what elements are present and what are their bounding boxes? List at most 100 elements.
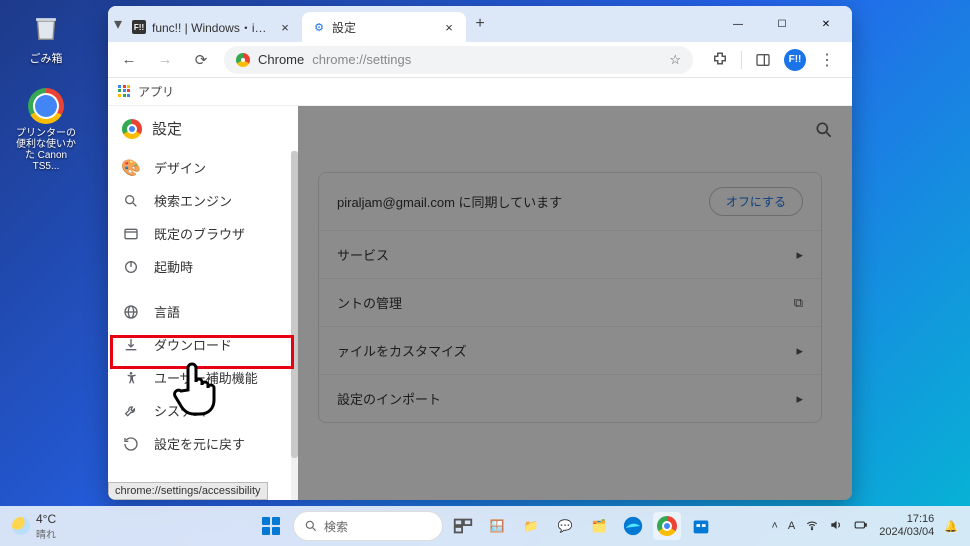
taskview-icon[interactable]: [449, 512, 477, 540]
palette-icon: 🎨: [122, 159, 140, 177]
sidebar-item-search[interactable]: 検索エンジン: [108, 184, 298, 217]
sidebar-item-label: 設定を元に戻す: [154, 434, 245, 453]
forward-button[interactable]: →: [152, 47, 178, 73]
wifi-icon[interactable]: [805, 518, 819, 535]
search-icon[interactable]: [814, 120, 834, 140]
tab-title-func: func!! | Windows・iPhoneの使い: [152, 19, 272, 36]
sidebar-item-default[interactable]: 既定のブラウザ: [108, 217, 298, 250]
time: 17:16: [879, 513, 934, 526]
battery-icon[interactable]: [853, 518, 869, 535]
clock[interactable]: 17:16 2024/03/04: [879, 513, 934, 539]
browser-window: ▾ F!! func!! | Windows・iPhoneの使い × ⚙ 設定 …: [108, 6, 852, 500]
folder-icon[interactable]: 🗂️: [585, 512, 613, 540]
widgets-icon[interactable]: 🪟: [483, 512, 511, 540]
address-bar[interactable]: Chrome chrome://settings ☆: [224, 46, 693, 74]
tab-close-settings[interactable]: ×: [442, 20, 456, 34]
sidebar-item-label: ユーザー補助機能: [154, 368, 258, 387]
maximize-button[interactable]: ☐: [762, 9, 802, 39]
minimize-button[interactable]: —: [718, 9, 758, 39]
tab-title-settings: 設定: [332, 19, 356, 36]
chrome-logo-icon: [122, 119, 142, 139]
gear-icon: ⚙: [312, 20, 326, 34]
sidebar-item-reset[interactable]: 設定を元に戻す: [108, 427, 298, 460]
tab-close-func[interactable]: ×: [278, 20, 292, 34]
address-url: chrome://settings: [312, 52, 411, 67]
divider: [108, 283, 298, 295]
taskbar-center: 検索 🪟 📁 💬 🗂️: [255, 510, 715, 542]
chrome-icon: [26, 86, 66, 126]
search-placeholder: 検索: [324, 518, 348, 535]
weather-desc: 晴れ: [36, 526, 56, 541]
chrome-shortcut[interactable]: プリンターの便利な使いかた Canon TS5...: [14, 86, 78, 172]
sidepanel-icon[interactable]: [752, 49, 774, 71]
tab-favicon-func: F!!: [132, 20, 146, 34]
restore-icon: [122, 435, 140, 453]
edge-icon[interactable]: [619, 512, 647, 540]
window-controls: — ☐ ✕: [718, 9, 846, 39]
start-button[interactable]: [255, 510, 287, 542]
weather-widget[interactable]: 4°C 晴れ: [12, 512, 56, 541]
apps-icon[interactable]: [118, 85, 132, 99]
chrome-taskbar-icon[interactable]: [653, 512, 681, 540]
sidebar-item-accessibility[interactable]: ユーザー補助機能: [108, 361, 298, 394]
explorer-icon[interactable]: 📁: [517, 512, 545, 540]
recycle-bin[interactable]: ごみ箱: [14, 8, 78, 66]
new-tab-button[interactable]: +: [466, 10, 494, 38]
store-icon[interactable]: [687, 512, 715, 540]
sidebar-item-label: 言語: [154, 302, 180, 321]
settings-sidebar: 設定 🎨 デザイン 検索エンジン 既定のブラウザ: [108, 106, 298, 500]
back-button[interactable]: ←: [116, 47, 142, 73]
address-row: ← → ⟳ Chrome chrome://settings ☆ F!! ⋮: [108, 42, 852, 78]
teams-icon[interactable]: 💬: [551, 512, 579, 540]
scrollbar-thumb[interactable]: [291, 151, 298, 458]
extensions-icon[interactable]: [709, 49, 731, 71]
weather-temp: 4°C: [36, 512, 56, 526]
sidebar-item-label: 検索エンジン: [154, 191, 232, 210]
reload-button[interactable]: ⟳: [188, 47, 214, 73]
sidebar-item-label: システム: [154, 401, 206, 420]
notification-icon[interactable]: 🔔: [944, 520, 958, 533]
taskbar-search[interactable]: 検索: [293, 511, 443, 541]
tab-settings[interactable]: ⚙ 設定 ×: [302, 12, 466, 42]
tab-func[interactable]: F!! func!! | Windows・iPhoneの使い ×: [122, 12, 302, 42]
taskbar-right: ˄ A 17:16 2024/03/04 🔔: [771, 513, 958, 539]
taskbar-left: 4°C 晴れ: [12, 512, 56, 541]
sidebar-item-label: ダウンロード: [154, 335, 232, 354]
sidebar-item-lang[interactable]: 言語: [108, 295, 298, 328]
sidebar-header: 設定: [108, 106, 298, 151]
browser-icon: [122, 225, 140, 243]
ime-indicator[interactable]: A: [788, 520, 795, 532]
star-icon[interactable]: ☆: [669, 52, 681, 68]
recycle-icon: [26, 8, 66, 48]
sidebar-item-label: 既定のブラウザ: [154, 224, 245, 243]
power-icon: [122, 258, 140, 276]
sidebar-item-system[interactable]: システム: [108, 394, 298, 427]
globe-icon: [122, 303, 140, 321]
divider: [741, 51, 742, 69]
accessibility-icon: [122, 369, 140, 387]
sidebar-item-download[interactable]: ダウンロード: [108, 328, 298, 361]
sidebar-title: 設定: [152, 118, 182, 139]
sidebar-item-design[interactable]: 🎨 デザイン: [108, 151, 298, 184]
chrome-badge-icon: [236, 53, 250, 67]
download-icon: [122, 336, 140, 354]
date: 2024/03/04: [879, 526, 934, 539]
close-button[interactable]: ✕: [806, 9, 846, 39]
toolbar-actions: F!! ⋮: [703, 49, 844, 71]
search-icon: [304, 519, 318, 533]
tray-chevron-icon[interactable]: ˄: [771, 520, 777, 532]
tab-dropdown-icon[interactable]: ▾: [114, 14, 122, 34]
menu-icon[interactable]: ⋮: [816, 49, 838, 71]
weather-icon: [12, 517, 30, 535]
tab-bar: ▾ F!! func!! | Windows・iPhoneの使い × ⚙ 設定 …: [108, 6, 852, 42]
wrench-icon: [122, 402, 140, 420]
content-area: piraljam@gmail.com に同期しています オフにする サービス ▸…: [108, 106, 852, 500]
bookmarks-bar: アプリ: [108, 78, 852, 106]
volume-icon[interactable]: [829, 518, 843, 535]
recycle-label: ごみ箱: [14, 50, 78, 66]
address-prefix: Chrome: [258, 52, 304, 67]
profile-avatar[interactable]: F!!: [784, 49, 806, 71]
apps-label[interactable]: アプリ: [138, 83, 174, 100]
sidebar-item-label: デザイン: [154, 158, 206, 177]
sidebar-item-startup[interactable]: 起動時: [108, 250, 298, 283]
